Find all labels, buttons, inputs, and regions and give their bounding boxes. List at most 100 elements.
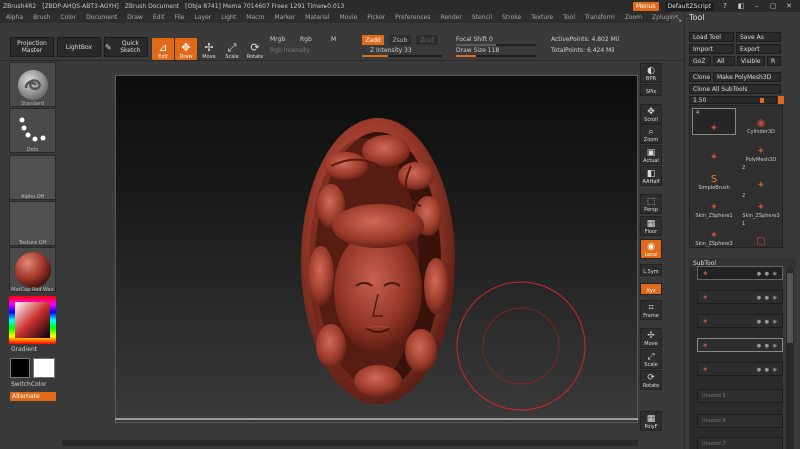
menu-light[interactable]: Light — [221, 14, 236, 21]
subtool-row[interactable]: Unused 6 — [697, 414, 783, 428]
menu-document[interactable]: Document — [86, 14, 117, 21]
rgb-intensity-slider[interactable]: Rgb Intensity — [270, 47, 310, 54]
shelf-polyf-button[interactable]: ▦ PolyF — [640, 411, 662, 431]
shelf-rotate-button[interactable]: ⟳ Rotate — [640, 370, 662, 390]
goz-visible-button[interactable]: Visible — [737, 56, 765, 66]
menu-stroke[interactable]: Stroke — [502, 14, 521, 21]
shelf-actual-button[interactable]: ▣ Actual — [640, 145, 662, 165]
zcut-toggle[interactable]: Zcut — [416, 35, 438, 45]
tool-item[interactable]: 1 ▢ — [739, 220, 783, 247]
move-mode-button[interactable]: ✢ Move — [198, 38, 220, 61]
menu-macro[interactable]: Macro — [246, 14, 264, 21]
shelf-l-sym-button[interactable]: ⇔L.Sym — [640, 264, 662, 276]
color-picker[interactable] — [9, 296, 56, 344]
scale-mode-button[interactable]: ⤢ Scale — [221, 38, 243, 61]
menu-render[interactable]: Render — [440, 14, 461, 21]
subtool-row[interactable]: ✦ ● ● ◉ — [697, 362, 783, 376]
tool-item[interactable]: ◉ Cylinder3D — [739, 108, 783, 135]
menu-marker[interactable]: Marker — [274, 14, 295, 21]
projection-master-button[interactable]: Projection Master — [10, 37, 54, 57]
goz-button[interactable]: GoZ — [689, 56, 711, 66]
z-intensity-slider[interactable]: Z Intensity 33 — [370, 47, 412, 54]
goz-r-button[interactable]: R — [767, 56, 781, 66]
tool-item[interactable]: 4 ✦ — [692, 108, 736, 135]
minimize-icon[interactable]: – — [752, 1, 762, 11]
subtool-row[interactable]: Unused 7 — [697, 437, 783, 449]
subtool-row[interactable]: Unused 5 — [697, 389, 783, 403]
clone-all-subtools-button[interactable]: Clone All SubTools — [689, 84, 781, 94]
zsub-toggle[interactable]: Zsub — [389, 35, 411, 45]
shelf-bpr-button[interactable]: ◐ BPR — [640, 63, 662, 83]
subtool-visibility-icon[interactable]: ● ● ◉ — [757, 367, 778, 373]
default-zscript-button[interactable]: DefaultZScript — [664, 1, 714, 11]
shelf-xyz-button[interactable]: ✕Xyz — [640, 283, 662, 295]
shelf-spix-button[interactable]: ▪SPix — [640, 84, 662, 96]
menu-preferences[interactable]: Preferences — [395, 14, 430, 21]
shelf-frame-button[interactable]: ⌗ Frame — [640, 300, 662, 320]
switch-color-button[interactable]: SwitchColor — [11, 381, 47, 388]
tool-item[interactable]: ✦ Skin_ZSphere3 — [692, 220, 736, 247]
edit-mode-button[interactable]: ⊿ Edit — [152, 38, 174, 60]
tool-item[interactable]: S SimpleBrush — [692, 164, 736, 191]
menu-alpha[interactable]: Alpha — [6, 14, 23, 21]
menu-edit[interactable]: Edit — [153, 14, 165, 21]
gradient-toggle[interactable]: Gradient — [11, 346, 37, 353]
shelf-scale-button[interactable]: ⤢ Scale — [640, 349, 662, 369]
menu-color[interactable]: Color — [60, 14, 76, 21]
tool-size-slider[interactable]: 1.50 — [689, 96, 777, 104]
subtool-row[interactable]: ✦ ● ● ◉ — [697, 314, 783, 328]
document-canvas[interactable] — [115, 75, 638, 423]
rgb-toggle[interactable]: Rgb — [300, 36, 312, 43]
menu-zoom[interactable]: Zoom — [625, 14, 642, 21]
subtool-visibility-icon[interactable]: ● ● ◉ — [757, 343, 778, 349]
menu-texture[interactable]: Texture — [531, 14, 553, 21]
tool-item[interactable]: 2 ✦ Skin_ZSphere3 — [739, 192, 783, 219]
clone-button[interactable]: Clone — [689, 72, 711, 82]
scroll-thumb[interactable] — [787, 273, 793, 343]
menu-picker[interactable]: Picker — [367, 14, 385, 21]
tool-size-r[interactable] — [778, 96, 784, 104]
tool-size-handle[interactable] — [760, 98, 764, 103]
menu-draw[interactable]: Draw — [127, 14, 143, 21]
quick-sketch-button[interactable]: ✎ Quick Sketch — [104, 37, 148, 57]
subtool-row[interactable]: ✦ ● ● ◉ — [697, 290, 783, 304]
menu-file[interactable]: File — [174, 14, 184, 21]
subtool-row[interactable]: ✦ ● ● ◉ — [697, 338, 783, 352]
make-polymesh-button[interactable]: Make PolyMesh3D — [713, 72, 781, 82]
mrgb-toggle[interactable]: Mrgb — [270, 36, 285, 43]
menu-layer[interactable]: Layer — [195, 14, 212, 21]
maximize-icon[interactable]: ▢ — [768, 1, 778, 11]
shelf-scroll-button[interactable]: ✥ Scroll — [640, 104, 662, 124]
secondary-color-swatch[interactable] — [33, 358, 55, 378]
shelf-aahalf-button[interactable]: ◧ AAHalf — [640, 166, 662, 186]
draw-mode-button[interactable]: ✥ Draw — [175, 38, 197, 60]
import-button[interactable]: Import — [689, 44, 734, 54]
close-icon[interactable]: ✕ — [784, 1, 794, 11]
focal-shift-track[interactable] — [456, 44, 536, 46]
tool-item[interactable]: 2 ✦ — [739, 164, 783, 191]
tool-panel-scrollbar[interactable] — [786, 268, 794, 449]
subtool-row[interactable]: ✦ ● ● ◉ — [697, 266, 783, 280]
save-as-button[interactable]: Save As — [736, 32, 781, 42]
bottom-scrollbar[interactable] — [62, 440, 638, 446]
tool-item[interactable]: ✦ Skin_ZSphere1 — [692, 192, 736, 219]
menu-material[interactable]: Material — [305, 14, 329, 21]
shelf-floor-button[interactable]: ▦ Floor — [640, 216, 662, 236]
menu-brush[interactable]: Brush — [33, 14, 50, 21]
menu-stencil[interactable]: Stencil — [472, 14, 492, 21]
subtool-visibility-icon[interactable]: ● ● ◉ — [757, 319, 778, 325]
tool-item[interactable]: ✦ PolyMesh3D — [739, 136, 783, 163]
material-slot[interactable] — [9, 247, 56, 292]
layout-icon[interactable]: ◧ — [736, 1, 746, 11]
m-toggle[interactable]: M — [331, 36, 336, 43]
focal-shift-slider[interactable]: Focal Shift 0 — [456, 36, 493, 43]
shelf-move-button[interactable]: ✢ Move — [640, 328, 662, 348]
goz-all-button[interactable]: All — [713, 56, 735, 66]
shelf-local-button[interactable]: ◉ Local — [640, 239, 662, 259]
menus-button[interactable]: Menus — [632, 1, 659, 11]
export-button[interactable]: Export — [736, 44, 781, 54]
z-intensity-track[interactable] — [362, 55, 442, 57]
draw-size-slider[interactable]: Draw Size 118 — [456, 47, 499, 54]
alternate-toggle[interactable]: Alternate — [10, 392, 56, 401]
shelf-persp-button[interactable]: ⬚ Persp — [640, 194, 662, 214]
